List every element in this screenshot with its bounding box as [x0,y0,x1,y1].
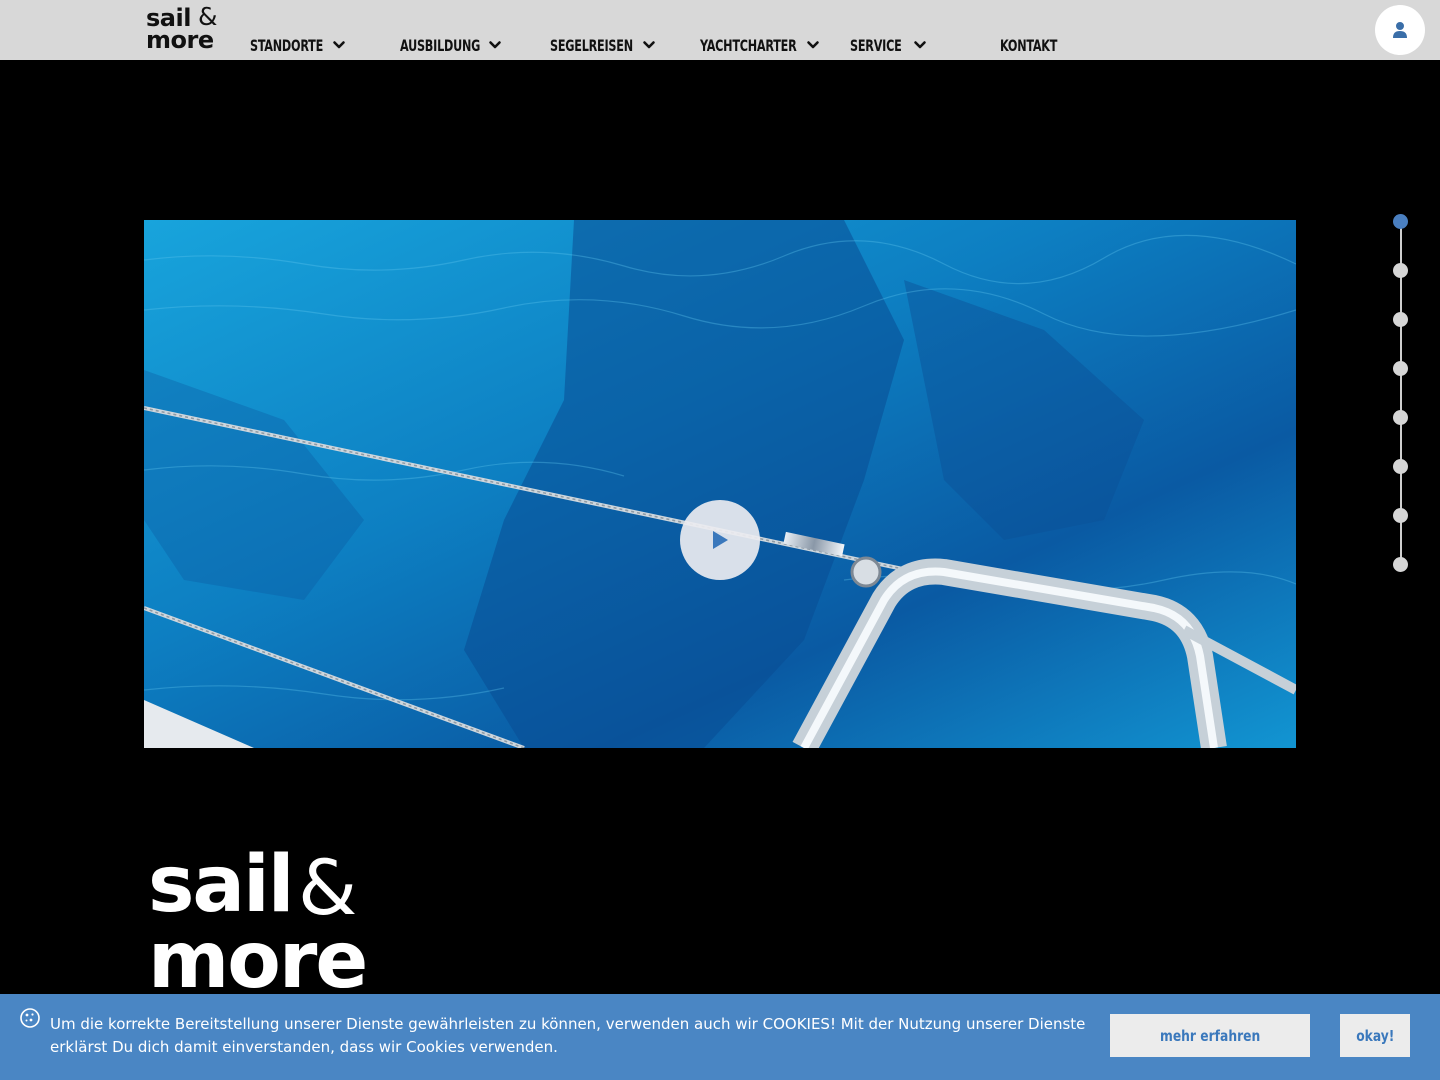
nav-label: Kontakt [1000,35,1058,55]
section-dot[interactable] [1393,361,1408,376]
section-dot[interactable] [1393,312,1408,327]
section-dot[interactable] [1393,508,1408,523]
video-poster-image [144,220,1296,748]
nav-label: Segelreisen [550,35,633,55]
section-dot[interactable] [1393,557,1408,572]
play-button[interactable] [680,500,760,580]
learn-more-label: mehr erfahren [1159,1026,1261,1045]
nav-label: Ausbildung [400,35,481,55]
section-dot-nav [1393,214,1409,574]
accept-cookies-button[interactable]: okay! [1340,1014,1410,1057]
nav-item-yachtcharter[interactable]: Yachtcharter [700,34,824,56]
nav-label: Yachtcharter [700,35,797,55]
chevron-down-icon [333,41,345,49]
logo-text-more: more [146,26,214,54]
hero-video[interactable] [144,220,1296,748]
logo-ampersand: & [298,843,358,932]
nav-item-standorte[interactable]: Standorte [250,34,345,56]
nav-label: Service [850,35,902,55]
chevron-down-icon [914,41,926,49]
logo-link[interactable]: sail & more [146,2,220,54]
logo-text-sail: sail [148,840,295,930]
section-dot[interactable] [1393,214,1408,229]
nav-item-kontakt[interactable]: Kontakt [1000,34,1073,56]
section-dot[interactable] [1393,263,1408,278]
site-header: sail & more Standorte Ausbildung Segelre… [0,0,1440,60]
chevron-down-icon [489,41,501,49]
play-icon [713,531,728,549]
learn-more-button[interactable]: mehr erfahren [1110,1014,1310,1057]
user-icon [1393,22,1407,38]
section-dot[interactable] [1393,410,1408,425]
user-account-button[interactable] [1375,5,1425,55]
nav-item-segelreisen[interactable]: Segelreisen [550,34,656,56]
brand-logo-large: sail & more [148,840,378,1000]
section-dot[interactable] [1393,459,1408,474]
accept-label: okay! [1355,1026,1395,1045]
nav-item-service[interactable]: Service [850,34,926,56]
logo-text-more: more [148,916,368,1006]
nav-item-ausbildung[interactable]: Ausbildung [400,34,503,56]
cookie-banner: Um die korrekte Bereitstellung unserer D… [0,994,1440,1080]
chevron-down-icon [643,41,655,49]
cookie-icon [20,1008,40,1028]
chevron-down-icon [807,41,819,49]
cookie-message: Um die korrekte Bereitstellung unserer D… [50,1015,1086,1056]
nav-label: Standorte [250,35,324,55]
